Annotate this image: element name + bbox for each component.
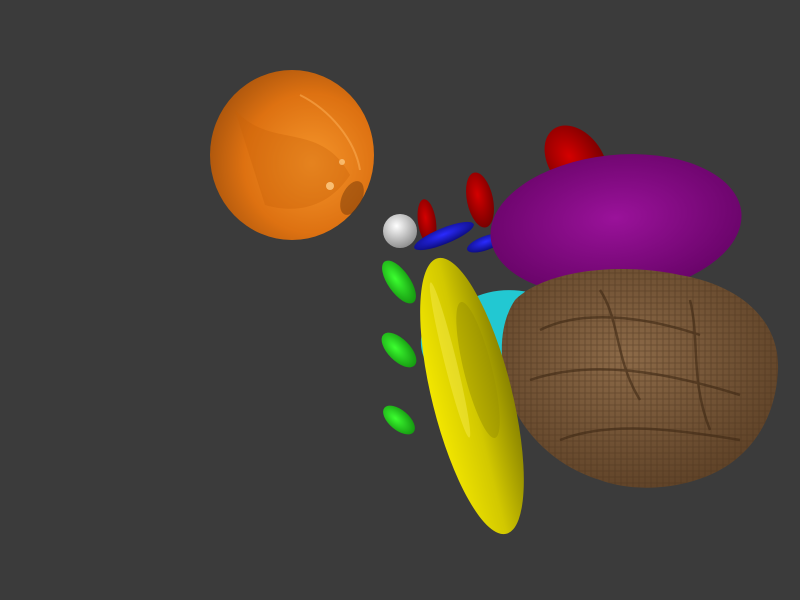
white-small-sphere (383, 214, 417, 248)
orange-translucent-sphere (210, 70, 374, 240)
green-ellipsoid (383, 405, 415, 435)
brown-walnut-object (501, 268, 779, 488)
scene-canvas (210, 70, 779, 535)
green-ellipsoid (381, 332, 417, 368)
green-ellipsoid (382, 260, 416, 304)
render-viewport (0, 0, 800, 600)
